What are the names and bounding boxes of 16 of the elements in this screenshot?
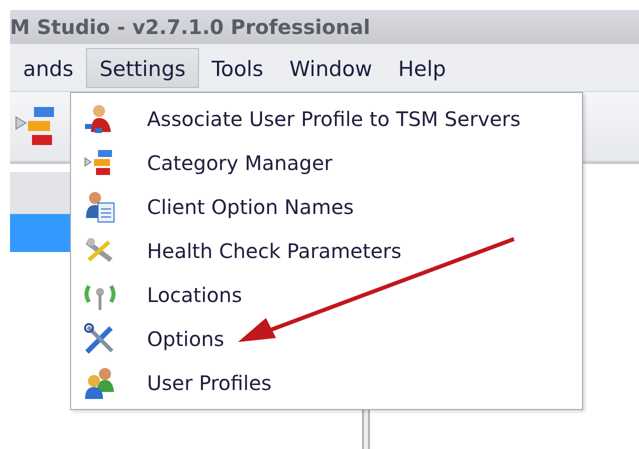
menu-item[interactable]: Locations <box>71 273 582 317</box>
menu-item[interactable]: Help <box>385 48 460 88</box>
window-title: M Studio - v2.7.1.0 Professional <box>10 10 639 44</box>
person-document-icon <box>83 190 117 224</box>
users-icon <box>83 366 117 400</box>
menu-item[interactable]: Options <box>71 317 582 361</box>
menu-item[interactable]: Associate User Profile to TSM Servers <box>71 97 582 141</box>
menu-item[interactable]: Category Manager <box>71 141 582 185</box>
menu-item[interactable]: Settings <box>86 48 199 88</box>
menu-item[interactable]: User Profiles <box>71 361 582 405</box>
menu-item[interactable]: Health Check Parameters <box>71 229 582 273</box>
panel-header <box>10 172 70 214</box>
menu-item[interactable]: Tools <box>198 48 276 88</box>
menu-item[interactable]: Client Option Names <box>71 185 582 229</box>
menu-item[interactable]: ands <box>10 48 86 88</box>
menu-item[interactable]: Window <box>276 48 386 88</box>
